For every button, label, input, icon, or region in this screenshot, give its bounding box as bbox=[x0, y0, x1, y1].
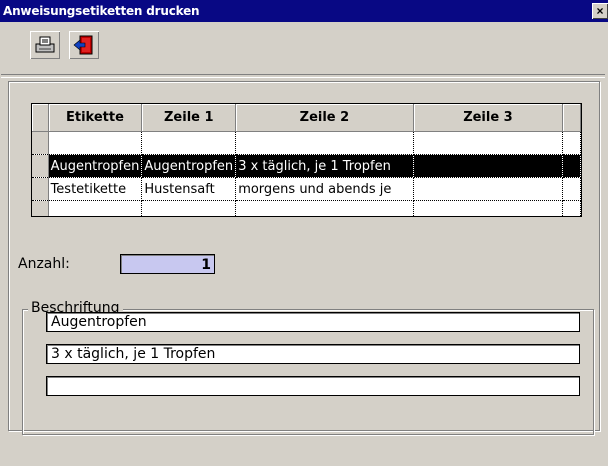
labels-grid[interactable]: Etikette Zeile 1 Zeile 2 Zeile 3 Augentr… bbox=[31, 103, 582, 217]
cell-etikette[interactable]: Testetikette bbox=[48, 177, 143, 201]
cell-zeile-3[interactable] bbox=[413, 154, 564, 178]
cell-zeile-3[interactable] bbox=[413, 177, 564, 201]
cell-zeile-1[interactable]: Hustensaft bbox=[141, 177, 237, 201]
cell-zeile-2[interactable]: morgens und abends je bbox=[235, 177, 414, 201]
beschriftung-line-3-field[interactable] bbox=[46, 376, 580, 396]
window-title: Anweisungsetiketten drucken bbox=[3, 4, 200, 18]
grid-header-filler bbox=[562, 104, 581, 132]
toolbar-separator bbox=[1, 74, 605, 78]
exit-button[interactable] bbox=[69, 31, 99, 59]
column-header-zeile-2[interactable]: Zeile 2 bbox=[235, 104, 414, 132]
printer-icon bbox=[35, 36, 55, 53]
cell-zeile-3[interactable] bbox=[413, 131, 564, 155]
cell-filler bbox=[562, 154, 581, 178]
row-indicator[interactable] bbox=[32, 200, 49, 216]
cell-zeile-2[interactable] bbox=[235, 200, 414, 216]
table-row[interactable] bbox=[32, 131, 581, 155]
column-header-zeile-1[interactable]: Zeile 1 bbox=[141, 104, 237, 132]
cell-zeile-3[interactable] bbox=[413, 200, 564, 216]
anzahl-field[interactable]: 1 bbox=[120, 254, 215, 274]
table-row[interactable] bbox=[32, 200, 581, 216]
cell-zeile-2[interactable] bbox=[235, 131, 414, 155]
column-header-zeile-3[interactable]: Zeile 3 bbox=[413, 104, 564, 132]
row-indicator[interactable] bbox=[32, 131, 49, 155]
column-header-etikette[interactable]: Etikette bbox=[48, 104, 143, 132]
row-indicator[interactable] bbox=[32, 154, 49, 178]
table-row[interactable]: Testetikette Hustensaft morgens und aben… bbox=[32, 177, 581, 201]
client-area: Etikette Zeile 1 Zeile 2 Zeile 3 Augentr… bbox=[0, 22, 608, 466]
title-bar: Anweisungsetiketten drucken × bbox=[0, 0, 608, 22]
cell-etikette[interactable] bbox=[48, 131, 143, 155]
row-indicator[interactable] bbox=[32, 177, 49, 201]
beschriftung-line-2-field[interactable]: 3 x täglich, je 1 Tropfen bbox=[46, 344, 580, 364]
print-button[interactable] bbox=[30, 31, 60, 59]
cell-filler bbox=[562, 200, 581, 216]
exit-door-icon bbox=[73, 35, 93, 55]
grid-corner bbox=[32, 104, 49, 132]
cell-zeile-2[interactable]: 3 x täglich, je 1 Tropfen bbox=[235, 154, 414, 178]
cell-filler bbox=[562, 131, 581, 155]
cell-zeile-1[interactable]: Augentropfen bbox=[141, 154, 237, 178]
cell-etikette[interactable] bbox=[48, 200, 143, 216]
cell-etikette[interactable]: Augentropfen bbox=[48, 154, 143, 178]
cell-zeile-1[interactable] bbox=[141, 200, 237, 216]
cell-filler bbox=[562, 177, 581, 201]
close-button[interactable]: × bbox=[592, 3, 608, 19]
anzahl-label: Anzahl: bbox=[18, 256, 70, 272]
cell-zeile-1[interactable] bbox=[141, 131, 237, 155]
table-row-selected[interactable]: Augentropfen Augentropfen 3 x täglich, j… bbox=[32, 154, 581, 178]
beschriftung-line-1-field[interactable]: Augentropfen bbox=[46, 312, 580, 332]
